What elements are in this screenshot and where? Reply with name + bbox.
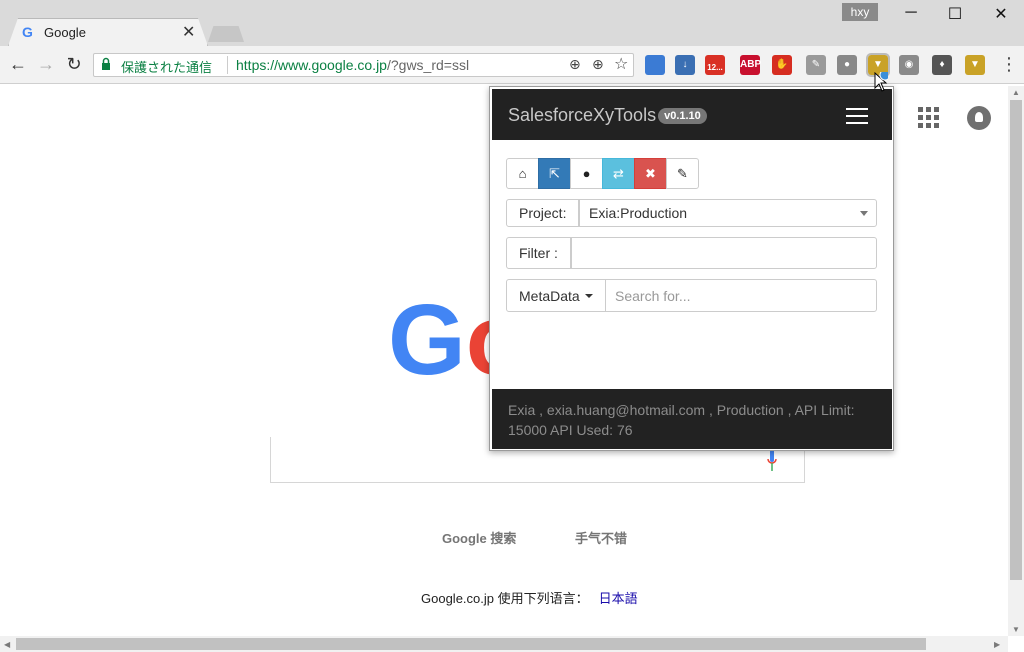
google-search-button[interactable]: Google 搜索: [442, 528, 516, 547]
popup-brand: SalesforceXyTools v0.1.10: [508, 105, 707, 126]
language-prefix: Google.co.jp 使用下列语言：: [421, 591, 589, 606]
maximize-icon[interactable]: ☐: [940, 4, 970, 24]
browser-tab[interactable]: [8, 18, 208, 46]
google-apps-icon[interactable]: [918, 107, 940, 129]
extension-1-icon[interactable]: [645, 55, 665, 75]
mouse-cursor-icon: [874, 72, 888, 92]
horizontal-scroll-thumb[interactable]: [16, 638, 926, 650]
location-icon[interactable]: ⊕: [569, 56, 581, 73]
secure-label: 保護された通信: [121, 60, 213, 75]
home-icon: ⌂: [518, 166, 527, 181]
brand-name: SalesforceXyTools: [508, 105, 657, 125]
tab-close-icon[interactable]: ✕: [182, 22, 195, 42]
download-extension-icon[interactable]: ↓: [675, 55, 695, 75]
salesforce-xy-tools-popup: SalesforceXyTools v0.1.10 ⌂ ⇱ ● ⇄ ✖ ✎ Project:…: [489, 86, 894, 451]
vertical-scroll-thumb[interactable]: [1010, 100, 1022, 580]
project-label: Project:: [506, 199, 580, 227]
browser-menu-icon[interactable]: ⋮: [1000, 54, 1018, 75]
tab-title: Google: [44, 25, 86, 40]
japanese-link[interactable]: 日本語: [599, 591, 638, 606]
project-value: Exia:Production: [589, 205, 688, 221]
chat-extension-icon[interactable]: ●: [837, 55, 857, 75]
bookmark-star-icon[interactable]: ☆: [614, 54, 628, 74]
extension-11-icon[interactable]: ▼: [965, 55, 985, 75]
window-close-icon[interactable]: ✕: [986, 4, 1016, 24]
reload-icon[interactable]: ↻: [62, 54, 86, 75]
back-icon[interactable]: ←: [6, 54, 30, 75]
caret-down-icon: [584, 293, 593, 298]
select-caret-icon: [860, 211, 868, 216]
stop-extension-icon[interactable]: ✋: [772, 55, 792, 75]
search-placeholder: Search for...: [615, 287, 691, 304]
microphone-icon[interactable]: [767, 448, 777, 472]
url-text[interactable]: https://www.google.co.jp/?gws_rd=ssl: [236, 57, 469, 73]
hamburger-menu-icon[interactable]: [846, 108, 868, 124]
switch-icon: ⇄: [613, 165, 624, 181]
settings-button[interactable]: ✎: [666, 158, 699, 189]
lock-icon: [102, 57, 110, 70]
zoom-icon[interactable]: ⊕: [592, 56, 604, 73]
scroll-up-icon[interactable]: ▲: [1012, 88, 1020, 97]
url-host: https://www.google.co.jp: [236, 57, 387, 73]
minimize-icon[interactable]: ─: [896, 4, 926, 22]
version-badge: v0.1.10: [658, 108, 707, 124]
metadata-search-input[interactable]: Search for...: [605, 279, 877, 312]
filter-label: Filter :: [506, 237, 571, 269]
forward-icon[interactable]: →: [34, 54, 58, 75]
action-button-group: ⌂ ⇱ ● ⇄ ✖ ✎: [506, 158, 699, 189]
filter-input[interactable]: [571, 237, 877, 269]
google-favicon-icon: G: [22, 24, 33, 40]
new-tab-button[interactable]: [208, 26, 244, 42]
account-avatar[interactable]: [967, 106, 991, 130]
popup-header: SalesforceXyTools v0.1.10: [492, 89, 892, 140]
delete-button[interactable]: ✖: [634, 158, 667, 189]
switch-button[interactable]: ⇄: [602, 158, 635, 189]
gmail-extension-icon[interactable]: 12...: [705, 55, 725, 75]
open-external-icon: ⇱: [549, 165, 560, 181]
url-path: /?gws_rd=ssl: [386, 57, 470, 73]
project-select[interactable]: Exia:Production: [579, 199, 877, 227]
profile-badge[interactable]: hxy: [842, 3, 878, 21]
metadata-dropdown-button[interactable]: MetaData: [506, 279, 606, 312]
scroll-right-icon[interactable]: ▶: [994, 640, 1000, 649]
delete-icon: ✖: [645, 165, 656, 181]
scroll-left-icon[interactable]: ◀: [4, 640, 10, 649]
scroll-down-icon[interactable]: ▼: [1012, 625, 1020, 634]
language-line: Google.co.jp 使用下列语言： 日本語: [421, 588, 638, 607]
omnibox-divider: [227, 56, 228, 74]
adblock-plus-extension-icon[interactable]: ABP: [740, 55, 761, 75]
logo-letter-g: G: [388, 284, 466, 396]
metadata-label: MetaData: [519, 287, 580, 304]
open-external-button[interactable]: ⇱: [538, 158, 571, 189]
popup-footer: Exia , exia.huang@hotmail.com , Producti…: [492, 389, 892, 449]
home-button[interactable]: ⌂: [506, 158, 539, 189]
screenshot-extension-icon[interactable]: ◉: [899, 55, 919, 75]
settings-icon: ✎: [677, 165, 688, 181]
user-icon: ●: [582, 166, 591, 181]
evernote-extension-icon[interactable]: ♦: [932, 55, 952, 75]
user-button[interactable]: ●: [570, 158, 603, 189]
notes-extension-icon[interactable]: ✎: [806, 55, 826, 75]
feeling-lucky-button[interactable]: 手气不错: [575, 528, 627, 547]
